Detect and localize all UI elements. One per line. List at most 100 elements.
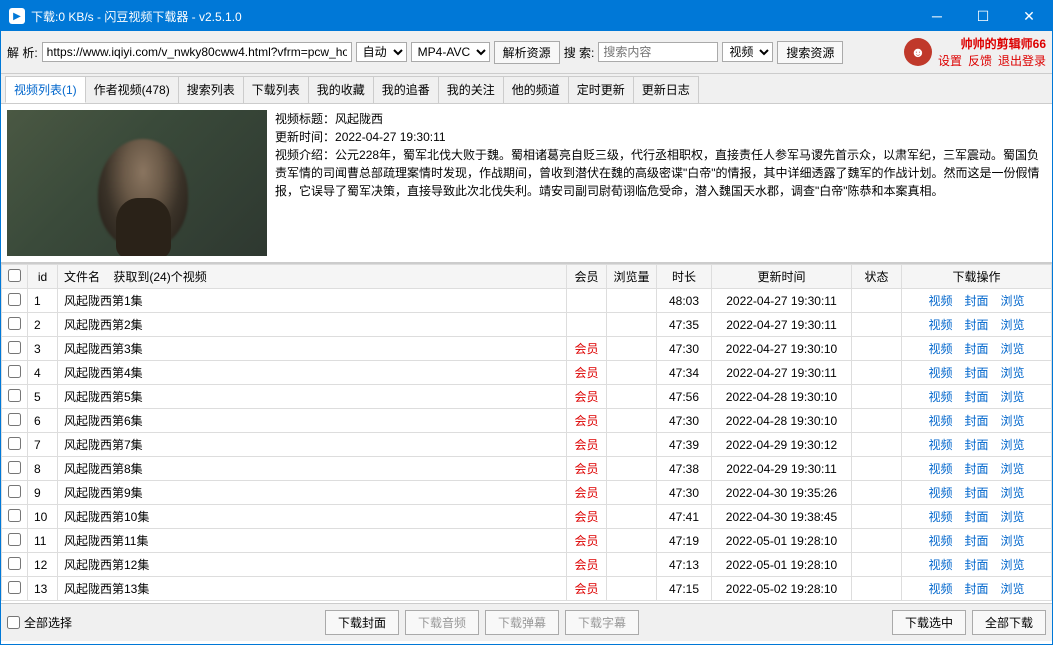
minimize-button[interactable]: ─ <box>914 1 960 31</box>
op-browse[interactable]: 浏览 <box>1001 558 1025 572</box>
cell-id: 10 <box>28 505 58 529</box>
cell-vip: 会员 <box>567 553 607 577</box>
op-cover[interactable]: 封面 <box>964 414 988 428</box>
op-cover[interactable]: 封面 <box>964 582 988 596</box>
op-cover[interactable]: 封面 <box>964 534 988 548</box>
download-audio-button[interactable]: 下载音频 <box>405 610 479 635</box>
op-browse[interactable]: 浏览 <box>1001 534 1025 548</box>
maximize-button[interactable]: ☐ <box>960 1 1006 31</box>
table-wrap[interactable]: id 文件名 获取到(24)个视频 会员 浏览量 时长 更新时间 状态 下载操作… <box>1 263 1052 603</box>
tab-1[interactable]: 作者视频(478) <box>85 76 179 103</box>
cell-views <box>607 505 657 529</box>
search-button[interactable]: 搜索资源 <box>777 41 843 64</box>
row-checkbox[interactable] <box>8 437 21 450</box>
row-checkbox[interactable] <box>8 389 21 402</box>
avatar[interactable]: ☻ <box>904 38 932 66</box>
row-checkbox[interactable] <box>8 365 21 378</box>
op-video[interactable]: 视频 <box>928 318 952 332</box>
auto-select[interactable]: 自动 <box>356 42 407 62</box>
op-video[interactable]: 视频 <box>928 414 952 428</box>
op-browse[interactable]: 浏览 <box>1001 486 1025 500</box>
close-button[interactable]: ✕ <box>1006 1 1052 31</box>
op-video[interactable]: 视频 <box>928 558 952 572</box>
op-cover[interactable]: 封面 <box>964 366 988 380</box>
op-browse[interactable]: 浏览 <box>1001 510 1025 524</box>
op-browse[interactable]: 浏览 <box>1001 462 1025 476</box>
row-checkbox[interactable] <box>8 413 21 426</box>
cell-update: 2022-04-29 19:30:11 <box>712 457 852 481</box>
url-input[interactable] <box>42 42 352 62</box>
row-checkbox[interactable] <box>8 581 21 594</box>
download-subtitle-button[interactable]: 下载字幕 <box>565 610 639 635</box>
op-video[interactable]: 视频 <box>928 486 952 500</box>
op-cover[interactable]: 封面 <box>964 390 988 404</box>
feedback-link[interactable]: 反馈 <box>968 52 992 69</box>
parse-button[interactable]: 解析资源 <box>494 41 560 64</box>
op-browse[interactable]: 浏览 <box>1001 318 1025 332</box>
row-checkbox[interactable] <box>8 533 21 546</box>
select-all-checkbox[interactable] <box>7 616 20 629</box>
row-checkbox[interactable] <box>8 461 21 474</box>
tab-0[interactable]: 视频列表(1) <box>5 76 86 103</box>
op-browse[interactable]: 浏览 <box>1001 582 1025 596</box>
op-cover[interactable]: 封面 <box>964 342 988 356</box>
cell-vip: 会员 <box>567 481 607 505</box>
op-browse[interactable]: 浏览 <box>1001 438 1025 452</box>
cell-update: 2022-04-27 19:30:11 <box>712 361 852 385</box>
tab-9[interactable]: 更新日志 <box>633 76 699 103</box>
row-checkbox[interactable] <box>8 485 21 498</box>
op-video[interactable]: 视频 <box>928 294 952 308</box>
download-all-button[interactable]: 全部下载 <box>972 610 1046 635</box>
search-type-select[interactable]: 视频 <box>722 42 773 62</box>
tab-6[interactable]: 我的关注 <box>438 76 504 103</box>
cell-views <box>607 553 657 577</box>
row-checkbox[interactable] <box>8 317 21 330</box>
op-cover[interactable]: 封面 <box>964 294 988 308</box>
op-browse[interactable]: 浏览 <box>1001 390 1025 404</box>
download-selected-button[interactable]: 下载选中 <box>892 610 966 635</box>
tab-4[interactable]: 我的收藏 <box>308 76 374 103</box>
row-checkbox[interactable] <box>8 293 21 306</box>
cell-ops: 视频封面浏览 <box>902 553 1052 577</box>
op-video[interactable]: 视频 <box>928 342 952 356</box>
tab-2[interactable]: 搜索列表 <box>178 76 244 103</box>
op-video[interactable]: 视频 <box>928 582 952 596</box>
logout-link[interactable]: 退出登录 <box>998 52 1046 69</box>
row-checkbox[interactable] <box>8 509 21 522</box>
row-checkbox[interactable] <box>8 341 21 354</box>
tab-8[interactable]: 定时更新 <box>568 76 634 103</box>
cell-update: 2022-04-28 19:30:10 <box>712 409 852 433</box>
op-cover[interactable]: 封面 <box>964 486 988 500</box>
cell-status <box>852 577 902 601</box>
op-cover[interactable]: 封面 <box>964 558 988 572</box>
table-header-row: id 文件名 获取到(24)个视频 会员 浏览量 时长 更新时间 状态 下载操作 <box>2 265 1052 289</box>
op-video[interactable]: 视频 <box>928 438 952 452</box>
cell-duration: 47:30 <box>657 337 712 361</box>
download-cover-button[interactable]: 下载封面 <box>325 610 399 635</box>
settings-link[interactable]: 设置 <box>938 52 962 69</box>
op-browse[interactable]: 浏览 <box>1001 366 1025 380</box>
table-row: 11风起陇西第11集会员47:192022-05-01 19:28:10视频封面… <box>2 529 1052 553</box>
tab-5[interactable]: 我的追番 <box>373 76 439 103</box>
search-input[interactable] <box>598 42 718 62</box>
video-thumbnail <box>7 110 267 256</box>
op-video[interactable]: 视频 <box>928 366 952 380</box>
header-checkbox[interactable] <box>8 269 21 282</box>
op-video[interactable]: 视频 <box>928 534 952 548</box>
op-cover[interactable]: 封面 <box>964 462 988 476</box>
format-select[interactable]: MP4-AVC <box>411 42 490 62</box>
op-video[interactable]: 视频 <box>928 390 952 404</box>
op-cover[interactable]: 封面 <box>964 438 988 452</box>
op-browse[interactable]: 浏览 <box>1001 294 1025 308</box>
op-cover[interactable]: 封面 <box>964 318 988 332</box>
tab-3[interactable]: 下载列表 <box>243 76 309 103</box>
op-browse[interactable]: 浏览 <box>1001 342 1025 356</box>
download-danmu-button[interactable]: 下载弹幕 <box>485 610 559 635</box>
op-cover[interactable]: 封面 <box>964 510 988 524</box>
row-checkbox[interactable] <box>8 557 21 570</box>
op-video[interactable]: 视频 <box>928 462 952 476</box>
op-video[interactable]: 视频 <box>928 510 952 524</box>
select-all-label[interactable]: 全部选择 <box>7 614 72 631</box>
op-browse[interactable]: 浏览 <box>1001 414 1025 428</box>
tab-7[interactable]: 他的频道 <box>503 76 569 103</box>
